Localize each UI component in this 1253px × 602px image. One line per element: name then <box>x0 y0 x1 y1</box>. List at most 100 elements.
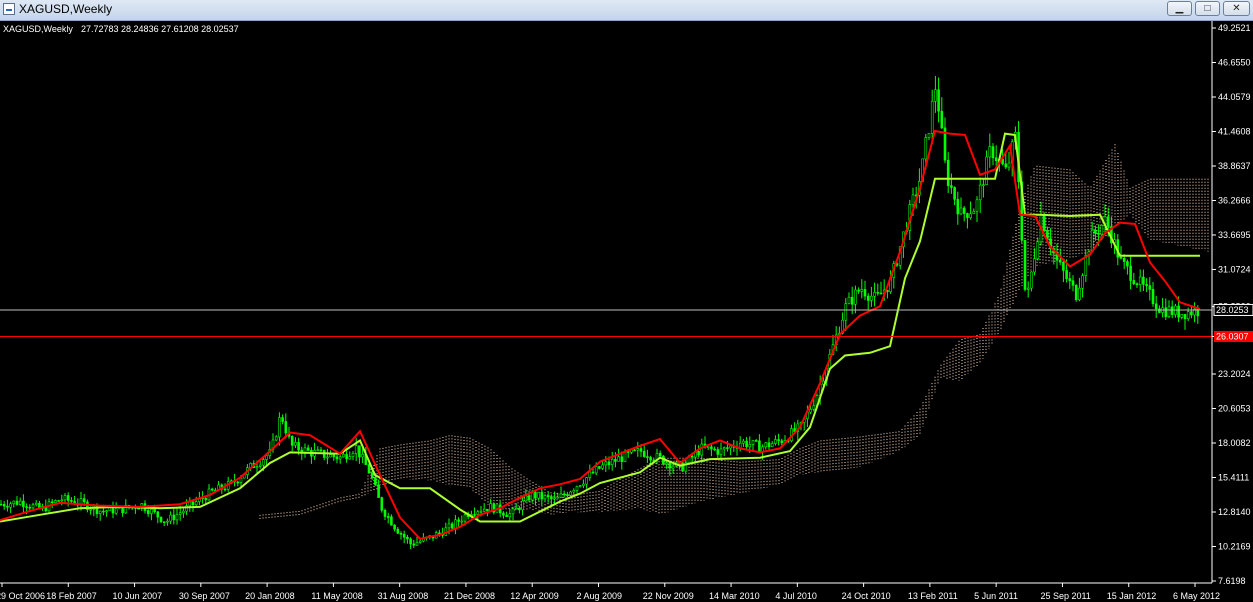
price-bar-body <box>438 532 441 535</box>
price-bar-body <box>0 503 3 506</box>
price-bar-body <box>1177 305 1180 318</box>
price-bar-body <box>582 483 585 486</box>
price-bar-body <box>396 528 400 534</box>
price-bar-body <box>668 462 672 469</box>
time-tick-label: 21 Dec 2008 <box>444 591 495 601</box>
price-bar-body <box>25 506 28 508</box>
price-bar-body <box>566 494 569 496</box>
price-bar-body <box>66 495 70 501</box>
price-bar-body <box>89 508 92 511</box>
price-bar-body <box>1170 306 1174 315</box>
price-bar-body <box>150 508 153 514</box>
price-bar-body <box>114 508 118 514</box>
price-tick-label: 41.4608 <box>1218 126 1251 136</box>
price-bar-body <box>166 520 169 523</box>
time-tick-label: 18 Feb 2007 <box>46 591 97 601</box>
price-bar-body <box>188 501 192 507</box>
price-tick-label: 44.0579 <box>1218 92 1251 102</box>
price-bar-body <box>338 456 342 460</box>
time-tick-label: 14 Mar 2010 <box>709 591 760 601</box>
close-button[interactable]: ✕ <box>1223 1 1250 16</box>
price-bar-body <box>911 194 915 205</box>
price-bar-body <box>316 449 320 452</box>
price-tick-label: 31.0724 <box>1218 264 1251 274</box>
time-tick-label: 29 Oct 2006 <box>0 591 45 601</box>
price-bar-body <box>617 456 620 462</box>
price-bar-body <box>614 458 617 462</box>
price-bar-body <box>1074 285 1078 300</box>
price-bar-body <box>530 492 534 501</box>
price-bar-body <box>335 456 339 460</box>
price-bar-body <box>850 296 854 305</box>
price-bar-body <box>754 440 758 442</box>
kijun-sen-line[interactable] <box>0 132 1200 523</box>
price-bar-body <box>1158 308 1161 313</box>
price-bar-body <box>486 508 489 512</box>
price-bar-body <box>476 511 480 515</box>
price-bar-body <box>562 493 566 496</box>
price-bar-body <box>54 500 57 503</box>
price-tick-label: 12.8140 <box>1218 507 1251 517</box>
price-bar-body <box>697 450 700 456</box>
price-bar-body <box>556 496 560 499</box>
price-bar-body <box>860 289 864 292</box>
price-bar-body <box>575 486 579 491</box>
price-bar-body <box>194 501 198 506</box>
maximize-button[interactable]: □ <box>1195 1 1220 16</box>
price-bar-body <box>370 472 374 478</box>
price-bar-body <box>454 519 457 529</box>
price-bar-body <box>1129 265 1132 281</box>
price-bar-body <box>1122 257 1126 262</box>
price-bar-body <box>598 466 601 469</box>
time-tick-label: 31 Aug 2008 <box>378 591 429 601</box>
price-bar-body <box>460 520 464 523</box>
price-bar-body <box>985 156 988 185</box>
price-bar-body <box>876 292 880 294</box>
price-bar-body <box>665 462 668 465</box>
time-tick-label: 24 Oct 2010 <box>842 591 891 601</box>
price-bar-body <box>60 499 64 502</box>
price-bar-body <box>927 132 931 138</box>
price-bar-body <box>972 210 976 215</box>
price-bar-body <box>1081 275 1084 289</box>
title-bar[interactable]: XAGUSD,Weekly ▁ □ ✕ <box>0 0 1253 21</box>
price-bar-body <box>105 510 108 513</box>
chart-canvas[interactable]: 49.2521 46.6550 44.0579 41.4608 38.8637 36.26… <box>0 21 1253 602</box>
price-bar-body <box>102 510 105 513</box>
price-bar-body <box>962 207 966 214</box>
price-bar-body <box>585 477 588 485</box>
price-bar-body <box>994 157 998 162</box>
price-bar-body <box>457 519 460 522</box>
price-bar-body <box>306 447 310 451</box>
price-bar-body <box>380 497 384 511</box>
price-bar-body <box>639 448 643 452</box>
price-bar-body <box>745 440 748 448</box>
price-bar-body <box>258 464 262 467</box>
price-bar-body <box>1145 284 1148 286</box>
price-bar-body <box>326 456 329 459</box>
price-bar-body <box>31 504 35 509</box>
time-scale[interactable]: 29 Oct 2006 18 Feb 2007 10 Jun 2007 30 Sep … <box>0 583 1220 601</box>
price-bar-body <box>1151 289 1155 305</box>
price-bar-body <box>1154 303 1158 310</box>
price-bar-body <box>700 443 704 456</box>
indicator-lines <box>0 129 1201 540</box>
price-bar-body <box>540 492 544 500</box>
symbol-label: XAGUSD,Weekly <box>3 24 73 34</box>
current-price-label: 28.0253 <box>1216 305 1249 315</box>
price-bar-body <box>559 493 563 498</box>
price-bar-body <box>418 540 422 543</box>
price-bar-body <box>204 498 208 501</box>
price-bar-body <box>473 514 476 516</box>
price-bar-body <box>383 510 387 517</box>
price-bar-body <box>319 449 323 452</box>
price-bar-body <box>633 449 636 452</box>
price-bar-body <box>262 459 265 466</box>
price-bar-body <box>758 440 761 453</box>
price-chart[interactable]: 49.2521 46.6550 44.0579 41.4608 38.8637 36.26… <box>0 21 1253 602</box>
minimize-button[interactable]: ▁ <box>1167 1 1192 16</box>
price-tick-label: 23.2024 <box>1218 369 1251 379</box>
tenkan-sen-line[interactable] <box>0 129 1201 540</box>
price-tick-label: 10.2169 <box>1218 542 1251 552</box>
price-bar-body <box>722 447 726 450</box>
